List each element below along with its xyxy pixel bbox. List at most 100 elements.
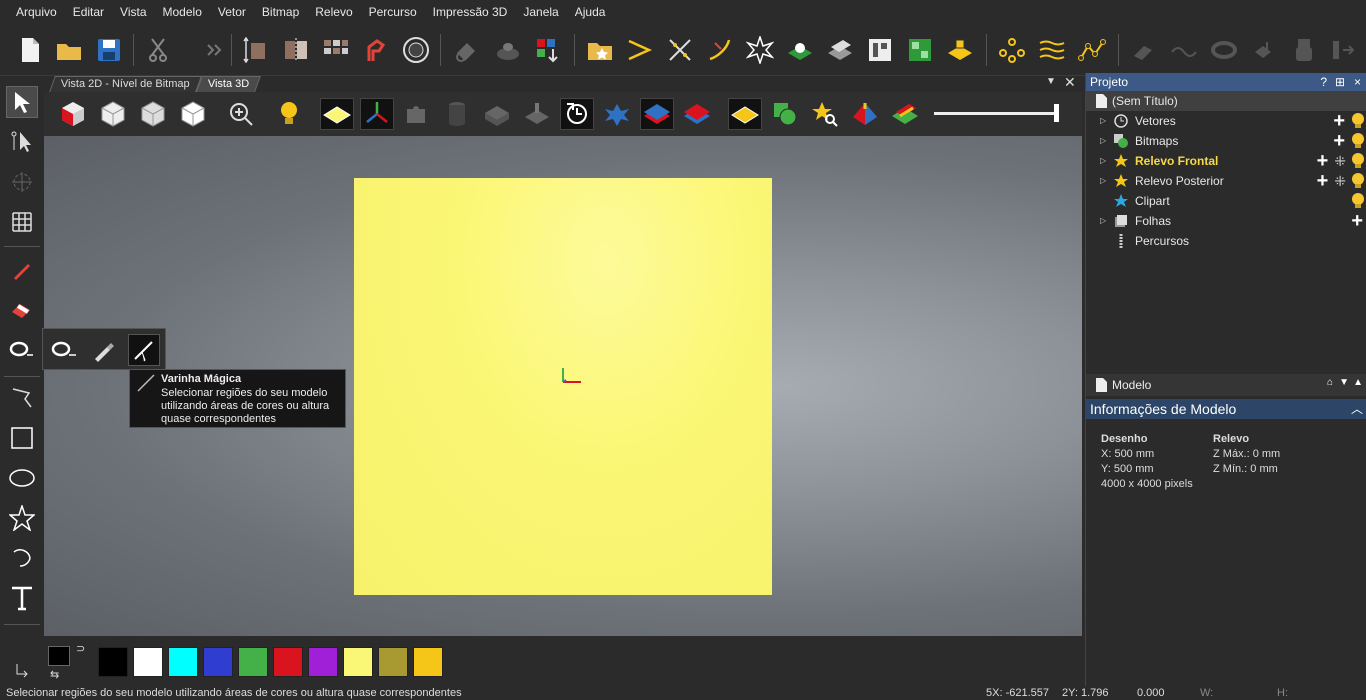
model-size-icon[interactable] (242, 36, 270, 64)
primary-color-swatch[interactable] (48, 646, 70, 666)
save-icon[interactable] (95, 36, 123, 64)
visibility-bulb-icon[interactable] (1351, 173, 1364, 189)
color-import-icon[interactable] (534, 36, 562, 64)
tree-item-clipart[interactable]: Clipart (1086, 191, 1366, 211)
swap-colors-icon[interactable]: ⇆ (50, 668, 59, 681)
rectangle-icon[interactable] (6, 422, 38, 454)
view-cube-side-icon[interactable] (176, 98, 210, 130)
add-relief-layer-icon[interactable]: + (1317, 151, 1329, 171)
sculpt-icon[interactable] (494, 36, 522, 64)
grid-layers-icon[interactable]: ⁜ (1334, 171, 1346, 191)
lasso-select-icon[interactable] (6, 334, 38, 366)
help-icon[interactable]: ? (1320, 73, 1327, 91)
fill-relief-icon[interactable] (946, 36, 974, 64)
menu-relevo[interactable]: Relevo (307, 0, 360, 24)
history-icon[interactable] (560, 98, 594, 130)
menu-percurso[interactable]: Percurso (361, 0, 425, 24)
menu-vista[interactable]: Vista (112, 0, 154, 24)
slider-track[interactable] (934, 112, 1056, 115)
new-file-icon[interactable] (16, 36, 44, 64)
add-bitmap-layer-icon[interactable]: + (1333, 131, 1345, 151)
trim-vectors-icon[interactable] (666, 36, 694, 64)
tile-icon[interactable] (322, 36, 350, 64)
disabled-tool-4-icon[interactable] (1250, 36, 1278, 64)
visibility-bulb-icon[interactable] (1351, 113, 1364, 129)
tab-close-icon[interactable]: ✕ (1064, 74, 1076, 91)
menu-janela[interactable]: Janela (515, 0, 566, 24)
menu-arquivo[interactable]: Arquivo (8, 0, 65, 24)
grid-layers-icon[interactable]: ⁜ (1334, 151, 1346, 171)
relief-model-plane[interactable] (354, 178, 772, 595)
red-layer-icon[interactable] (680, 98, 714, 130)
pen-tool-icon[interactable] (362, 36, 390, 64)
nesting-icon[interactable] (906, 36, 934, 64)
polyline-icon[interactable] (6, 382, 38, 414)
expand-arrow-icon[interactable]: ▷ (1100, 131, 1106, 151)
vector-chevron-icon[interactable] (626, 36, 654, 64)
swatch-olive[interactable] (378, 647, 408, 677)
pin-icon[interactable]: ⊞ (1335, 73, 1345, 91)
expand-arrow-icon[interactable]: ▷ (1100, 171, 1106, 191)
disabled-tool-6-icon[interactable] (1330, 36, 1358, 64)
block-icon[interactable] (480, 98, 514, 130)
light-bulb-icon[interactable] (272, 98, 306, 130)
relief-layer-icon[interactable] (786, 36, 814, 64)
mirror-icon[interactable] (282, 36, 310, 64)
tab-dropdown-icon[interactable]: ▼ (1046, 76, 1056, 87)
add-sheet-icon[interactable]: + (1351, 211, 1363, 231)
model-info-header[interactable]: Informações de Modelo ︿ (1086, 399, 1366, 419)
swatch-gold[interactable] (413, 647, 443, 677)
visibility-bulb-icon[interactable] (1351, 153, 1364, 169)
tab-vista-3d[interactable]: Vista 3D (196, 76, 262, 92)
combine-shapes-icon[interactable] (768, 98, 802, 130)
tree-item-relevo-posterior[interactable]: ▷ Relevo Posterior + ⁜ (1086, 171, 1366, 191)
tree-root[interactable]: (Sem Título) (1086, 91, 1366, 111)
transform-icon[interactable] (6, 166, 38, 198)
axes-icon[interactable] (360, 98, 394, 130)
expand-arrow-icon[interactable]: ▷ (1100, 151, 1106, 171)
collapse-icon[interactable]: ▼ (1339, 377, 1349, 388)
view-cube-front-icon[interactable] (96, 98, 130, 130)
text-tool-icon[interactable] (6, 582, 38, 614)
distort-icon[interactable] (6, 206, 38, 238)
swap-colors-icon[interactable] (6, 654, 38, 686)
blue-star-icon[interactable] (600, 98, 634, 130)
paint-brush-icon[interactable] (6, 254, 38, 286)
relief-tool-icon[interactable] (452, 36, 480, 64)
star-shape-icon[interactable] (6, 502, 38, 534)
swatch-cyan[interactable] (168, 647, 198, 677)
menu-impressao-3d[interactable]: Impressão 3D (425, 0, 516, 24)
cylinder-icon[interactable] (440, 98, 474, 130)
menu-ajuda[interactable]: Ajuda (567, 0, 614, 24)
tree-item-percursos[interactable]: Percursos (1086, 231, 1366, 251)
link-colors-icon[interactable]: ⊃ (76, 642, 85, 655)
puzzle-icon[interactable] (400, 98, 434, 130)
visibility-bulb-icon[interactable] (1351, 193, 1364, 209)
weave-icon[interactable] (1038, 36, 1066, 64)
disabled-tool-5-icon[interactable] (1290, 36, 1318, 64)
texture-icon[interactable] (826, 36, 854, 64)
expand-arrow-icon[interactable]: ▷ (1100, 111, 1106, 131)
lasso-flyout-icon[interactable] (48, 334, 80, 366)
disabled-tool-3-icon[interactable] (1210, 36, 1238, 64)
star-burst-icon[interactable] (746, 36, 774, 64)
color-relief-icon[interactable] (888, 98, 922, 130)
magic-wand-icon[interactable] (128, 334, 160, 366)
expand-arrow-icon[interactable]: ▷ (1100, 211, 1106, 231)
menu-vetor[interactable]: Vetor (210, 0, 254, 24)
panel-close-icon[interactable]: × (1354, 73, 1361, 91)
tree-item-folhas[interactable]: ▷ Folhas + (1086, 211, 1366, 231)
arc-icon[interactable] (6, 542, 38, 574)
pyramid-icon[interactable] (848, 98, 882, 130)
menu-modelo[interactable]: Modelo (155, 0, 210, 24)
expand-icon[interactable]: ▲ (1353, 377, 1363, 388)
menu-editar[interactable]: Editar (65, 0, 112, 24)
eyedropper-icon[interactable] (88, 334, 120, 366)
zoom-icon[interactable] (224, 98, 258, 130)
select-arrow-icon[interactable] (6, 86, 38, 118)
ellipse-icon[interactable] (6, 462, 38, 494)
swatch-white[interactable] (133, 647, 163, 677)
tab-vista-2d[interactable]: Vista 2D - Nível de Bitmap (49, 76, 202, 92)
nodes-icon[interactable] (998, 36, 1026, 64)
add-relief-layer-icon[interactable]: + (1317, 171, 1329, 191)
